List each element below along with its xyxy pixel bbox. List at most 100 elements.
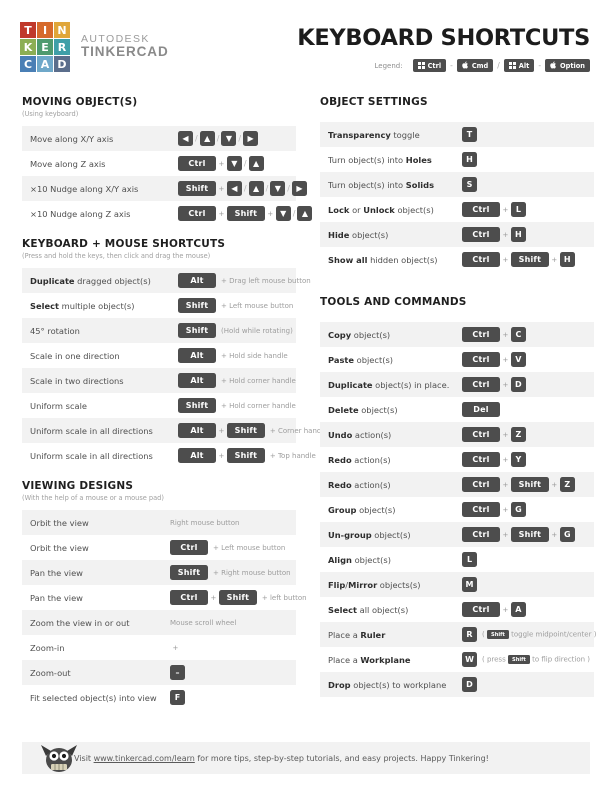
key-arrow-left[interactable]: ◀ (178, 131, 193, 146)
key-shift[interactable]: Shift (170, 565, 208, 580)
key-ctrl[interactable]: Ctrl (178, 156, 216, 171)
key-ctrl[interactable]: Ctrl (178, 206, 216, 221)
key-minus[interactable]: – (170, 665, 185, 680)
shortcut-label: Uniform scale in all directions (30, 450, 153, 461)
shortcut-keys: Ctrl + Shift + G (462, 527, 575, 542)
key-ctrl[interactable]: Ctrl (462, 227, 500, 242)
key-del[interactable]: Del (462, 402, 500, 417)
key-ctrl[interactable]: Ctrl (462, 377, 500, 392)
key-f[interactable]: F (170, 690, 185, 705)
key-shift[interactable]: Shift (226, 206, 265, 221)
key-arrow-up[interactable]: ▲ (248, 156, 264, 171)
shortcut-row: ×10 Nudge along Z axis Ctrl + Shift + ▼ / ▲ (22, 201, 313, 226)
shortcut-note: (Hold while rotating) (221, 326, 293, 335)
key-alt[interactable]: Alt (178, 423, 216, 438)
key-shift[interactable]: Shift (178, 298, 216, 313)
key-combo-plus: + (502, 355, 509, 364)
key-arrow-down[interactable]: ▼ (270, 181, 286, 196)
key-shift-small[interactable]: Shift (507, 655, 530, 664)
key-shift[interactable]: Shift (218, 590, 257, 605)
brand-text: AUTODESK TINKERCAD (81, 34, 169, 59)
key-arrow-right[interactable]: ▶ (291, 181, 307, 196)
key-arrow-right[interactable]: ▶ (243, 131, 259, 146)
key-ctrl[interactable]: Ctrl (462, 502, 500, 517)
key-shift[interactable]: Shift (226, 423, 265, 438)
key-m[interactable]: M (462, 577, 477, 592)
shortcut-inline-note: ( Shift toggle midpoint/center ) (482, 630, 596, 639)
key-l[interactable]: L (510, 202, 526, 217)
key-combo-plus: + (502, 455, 509, 464)
key-g[interactable]: G (510, 502, 526, 517)
key-h[interactable]: H (559, 252, 575, 267)
key-d[interactable]: D (462, 677, 477, 692)
key-shift[interactable]: Shift (510, 477, 549, 492)
shortcut-note: Mouse scroll wheel (170, 618, 237, 627)
key-t[interactable]: T (462, 127, 477, 142)
key-y[interactable]: Y (510, 452, 526, 467)
key-arrow-down[interactable]: ▼ (275, 206, 291, 221)
key-ctrl[interactable]: Ctrl (462, 352, 500, 367)
key-alt[interactable]: Alt (178, 373, 216, 388)
shortcut-row: Lock or Unlock object(s) Ctrl + L (320, 197, 594, 222)
key-shift[interactable]: Shift (226, 448, 265, 463)
key-a[interactable]: A (510, 602, 526, 617)
shortcut-label: ×10 Nudge along Z axis (30, 208, 131, 219)
shortcut-keys: Ctrl + Shift + Z (462, 477, 575, 492)
key-shift[interactable]: Shift (178, 181, 216, 196)
key-alt[interactable]: Alt (178, 348, 216, 363)
key-ctrl[interactable]: Ctrl (462, 252, 500, 267)
key-ctrl[interactable]: Ctrl (462, 452, 500, 467)
key-combo-plus: + (502, 430, 509, 439)
key-combo-slash: / (195, 134, 198, 143)
key-ctrl[interactable]: Ctrl (170, 590, 208, 605)
shortcut-note: + Corner handle (269, 426, 328, 435)
tinkercad-learn-link[interactable]: www.tinkercad.com/learn (94, 754, 195, 763)
key-ctrl[interactable]: Ctrl (462, 477, 500, 492)
key-arrow-up[interactable]: ▲ (297, 206, 313, 221)
shortcut-row: Place a Workplane W ( press Shift to flip … (320, 647, 594, 672)
key-d[interactable]: D (510, 377, 526, 392)
key-shift[interactable]: Shift (510, 252, 549, 267)
key-arrow-up[interactable]: ▲ (199, 131, 215, 146)
shortcut-row: Group object(s) Ctrl + G (320, 497, 594, 522)
key-ctrl[interactable]: Ctrl (462, 202, 500, 217)
key-r[interactable]: R (462, 627, 477, 642)
key-ctrl[interactable]: Ctrl (462, 527, 500, 542)
key-shift[interactable]: Shift (178, 398, 216, 413)
key-c[interactable]: C (510, 327, 526, 342)
key-alt[interactable]: Alt (178, 273, 216, 288)
shortcut-row: Scale in one direction Alt + Hold side han… (22, 343, 296, 368)
key-combo-plus: + (502, 530, 509, 539)
shortcut-note: + Right mouse button (213, 568, 291, 577)
key-z[interactable]: Z (510, 427, 526, 442)
key-shift[interactable]: Shift (178, 323, 216, 338)
shortcut-row: Redo action(s) Ctrl + Y (320, 447, 594, 472)
shortcut-label: Zoom-in (30, 642, 65, 653)
key-h[interactable]: H (462, 152, 477, 167)
key-l[interactable]: L (462, 552, 477, 567)
key-combo-plus: + (502, 230, 509, 239)
key-shift[interactable]: Shift (510, 527, 549, 542)
shortcut-rows: Duplicate dragged object(s) Alt + Drag lef… (22, 268, 328, 468)
key-ctrl[interactable]: Ctrl (462, 602, 500, 617)
key-w[interactable]: W (462, 652, 477, 667)
key-ctrl[interactable]: Ctrl (170, 540, 208, 555)
shortcut-keys: Del (462, 402, 500, 417)
key-ctrl[interactable]: Ctrl (462, 427, 500, 442)
key-alt[interactable]: Alt (178, 448, 216, 463)
key-arrow-left[interactable]: ◀ (226, 181, 242, 196)
key-h[interactable]: H (510, 227, 526, 242)
key-arrow-down[interactable]: ▼ (221, 131, 237, 146)
key-v[interactable]: V (510, 352, 526, 367)
key-arrow-down[interactable]: ▼ (226, 156, 242, 171)
shortcut-row: Copy object(s) Ctrl + C (320, 322, 594, 347)
key-ctrl[interactable]: Ctrl (462, 327, 500, 342)
key-g[interactable]: G (559, 527, 575, 542)
shortcut-note: Right mouse button (170, 518, 240, 527)
key-arrow-up[interactable]: ▲ (248, 181, 264, 196)
shortcut-label: Place a Ruler (328, 629, 386, 640)
shortcut-label: Undo action(s) (328, 429, 392, 440)
key-z[interactable]: Z (559, 477, 575, 492)
key-s[interactable]: S (462, 177, 477, 192)
key-shift-small[interactable]: Shift (486, 630, 509, 639)
